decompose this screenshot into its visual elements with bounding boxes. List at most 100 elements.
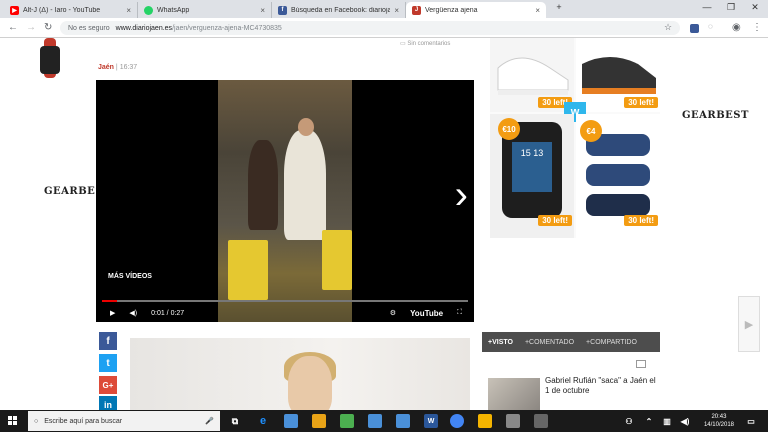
smartwatch-screen: 15 13 (512, 142, 552, 192)
page-content: GEARBEST ▭ Sin comentarios Jaén | 16:37 … (0, 38, 768, 410)
calculator-icon[interactable] (534, 414, 548, 428)
close-window-button[interactable]: ✕ (748, 2, 762, 13)
stock-badge: 30 left! (538, 215, 572, 226)
app-icon-5[interactable] (506, 414, 520, 428)
clock-time: 20:43 (711, 414, 727, 420)
ad-sandals[interactable]: €4 30 left! (576, 114, 660, 238)
whatsapp-icon (144, 5, 153, 15)
url-path: /jaen/verguenza-ajena-MC4730835 (172, 24, 282, 32)
facebook-icon: f (278, 5, 287, 15)
store-icon[interactable] (340, 414, 354, 428)
tab-label: WhatsApp (157, 6, 190, 14)
ad-smartwatch[interactable]: 15 13 €10 30 left! (490, 114, 574, 238)
close-icon[interactable]: × (126, 6, 131, 15)
close-icon[interactable]: × (260, 6, 265, 15)
app-icon-4[interactable] (478, 414, 492, 428)
network-icon[interactable]: ▥ (660, 414, 674, 428)
woman-face (288, 356, 332, 410)
headline-thumbnail[interactable] (488, 378, 540, 410)
taskbar-clock[interactable]: 20:43 14/10/2018 (704, 413, 734, 429)
reload-icon[interactable]: ↻ (44, 22, 52, 33)
right-ad-panel[interactable]: 30 left! 30 left! w 15 13 €10 30 left! €… (490, 38, 660, 238)
minimize-button[interactable]: — (700, 2, 714, 12)
search-icon: ○ (34, 417, 39, 425)
tab-most-commented[interactable]: +COMENTADO (525, 339, 574, 346)
extension-icon[interactable] (690, 24, 699, 33)
windows-start-icon[interactable] (8, 416, 18, 426)
video-person (284, 130, 326, 240)
profile-icon[interactable]: ◉ (732, 22, 741, 33)
tab-most-viewed[interactable]: +VISTO (488, 339, 513, 346)
ad-sneaker-dark[interactable]: 30 left! (576, 38, 660, 112)
comments-label: Sin comentarios (407, 41, 451, 47)
security-label[interactable]: No es seguro (68, 25, 110, 32)
video-chair-2 (322, 230, 352, 290)
tab-verguenza[interactable]: J Vergüenza ajena × (406, 2, 546, 18)
ad-sneaker-white[interactable]: 30 left! (490, 38, 574, 112)
gearbest-logo-right[interactable]: GEARBEST (682, 110, 749, 121)
twitter-share-icon[interactable]: t (99, 354, 117, 372)
video-progress-bar[interactable] (102, 300, 468, 302)
progress-fill (102, 300, 117, 302)
video-person-2 (248, 140, 278, 230)
volume-icon[interactable]: ◀) (129, 309, 137, 317)
tab-label: Alt-J (Δ) - Iaro - YouTube (23, 6, 101, 14)
close-icon[interactable]: × (394, 6, 399, 15)
word-icon[interactable]: W (424, 414, 438, 428)
microphone-icon[interactable]: 🎤 (205, 417, 214, 425)
url-domain: www.diariojaen.es (115, 24, 173, 32)
star-icon[interactable]: ☆ (664, 22, 672, 33)
googleplus-share-icon[interactable]: G+ (99, 376, 117, 394)
stock-badge: 30 left! (624, 215, 658, 226)
tab-facebook[interactable]: f Búsqueda en Facebook: diarioja... × (272, 2, 406, 18)
tab-whatsapp[interactable]: WhatsApp × (138, 2, 272, 18)
article-city[interactable]: Jaén (98, 64, 114, 71)
maximize-button[interactable]: ❐ (724, 2, 738, 13)
linkedin-share-icon[interactable]: in (99, 396, 117, 410)
play-icon[interactable]: ▶ (110, 309, 115, 317)
app-icon-2[interactable] (368, 414, 382, 428)
close-icon[interactable]: × (535, 6, 540, 15)
video-controls: ▶ ◀) 0:01 / 0:27 ⚙ YouTube ⛶ (96, 304, 474, 322)
settings-icon[interactable]: ⚙ (390, 309, 396, 317)
file-explorer-icon[interactable] (312, 414, 326, 428)
url-input[interactable]: No es seguro www.diariojaen.es /jaen/ver… (60, 21, 680, 35)
edge-icon[interactable]: e (256, 414, 270, 428)
facebook-share-icon[interactable]: f (99, 332, 117, 350)
headline-link[interactable]: Gabriel Rufián "saca" a Jaén el 1 de oct… (545, 376, 657, 396)
youtube-logo[interactable]: YouTube (410, 309, 443, 318)
stock-badge: 30 left! (624, 97, 658, 108)
task-view-icon[interactable]: ⧉ (228, 414, 242, 428)
more-videos-label[interactable]: MÁS VÍDEOS (108, 273, 152, 280)
app-icon-3[interactable] (396, 414, 410, 428)
fullscreen-icon[interactable]: ⛶ (457, 309, 462, 317)
new-tab-button[interactable]: + (552, 2, 566, 12)
forward-icon[interactable]: → (26, 22, 36, 33)
comments-count[interactable]: ▭ Sin comentarios (400, 40, 450, 47)
tab-label: Vergüenza ajena (425, 6, 478, 14)
left-ad-watch[interactable] (30, 38, 100, 98)
video-player[interactable]: MÁS VÍDEOS › ▶ ◀) 0:01 / 0:27 ⚙ YouTube … (96, 80, 474, 322)
taskbar-search[interactable]: ○ Escribe aquí para buscar 🎤 (28, 411, 220, 431)
taskbar: ○ Escribe aquí para buscar 🎤 ⧉ e W ⚇ ⌃ ▥… (0, 410, 768, 432)
tab-strip: ▶ Alt-J (Δ) - Iaro - YouTube × WhatsApp … (0, 0, 768, 18)
people-icon[interactable]: ⚇ (622, 414, 636, 428)
back-icon[interactable]: ← (8, 22, 18, 33)
volume-tray-icon[interactable]: ◀) (678, 414, 692, 428)
chrome-icon[interactable] (450, 414, 464, 428)
article-image[interactable] (130, 338, 470, 410)
tab-youtube[interactable]: ▶ Alt-J (Δ) - Iaro - YouTube × (4, 2, 138, 18)
tab-most-shared[interactable]: +COMPARTIDO (586, 339, 637, 346)
address-bar: ← → ↻ No es seguro www.diariojaen.es /ja… (0, 18, 768, 38)
notification-icon[interactable]: ▭ (744, 414, 758, 428)
popular-tabs: +VISTO +COMENTADO +COMPARTIDO (482, 332, 660, 352)
app-icon-1[interactable] (284, 414, 298, 428)
gallery-icon (636, 360, 646, 368)
menu-icon[interactable]: ⋮ (752, 22, 762, 33)
clock-date: 14/10/2018 (703, 422, 734, 428)
extension-icon-2[interactable]: ◌ (708, 22, 713, 31)
carousel-next-button[interactable]: ▶ (738, 296, 760, 352)
tray-chevron-icon[interactable]: ⌃ (642, 414, 656, 428)
next-arrow-icon[interactable]: › (455, 175, 468, 215)
article-time: 16:37 (119, 64, 138, 71)
